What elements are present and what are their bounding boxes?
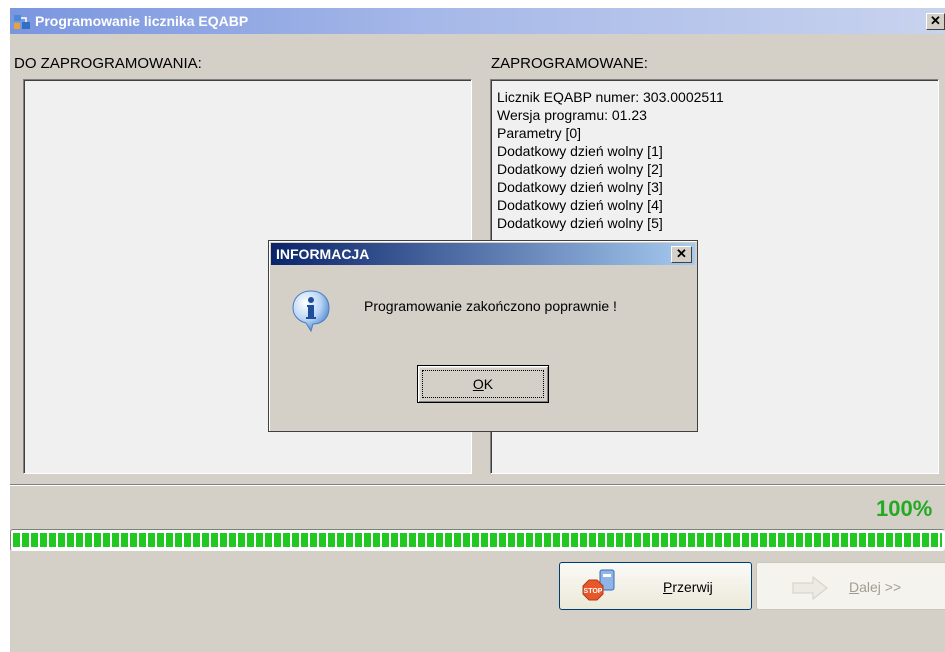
- list-item: Dodatkowy dzień wolny [2]: [497, 161, 663, 177]
- next-button-label: Dalej >>: [849, 579, 902, 595]
- separator: [10, 484, 945, 486]
- arrow-right-icon: [792, 575, 828, 601]
- info-icon: [292, 290, 330, 333]
- info-dialog: INFORMACJA ✕ Programowanie zakończono po…: [268, 240, 698, 432]
- progress-fill: [13, 533, 942, 547]
- dialog-title-bar: INFORMACJA ✕: [271, 243, 695, 265]
- stop-button[interactable]: STOP Przerwij: [559, 562, 752, 610]
- list-item: Dodatkowy dzień wolny [4]: [497, 197, 663, 213]
- app-icon: [14, 15, 30, 29]
- stop-sign-icon: STOP: [582, 569, 615, 601]
- window-close-button[interactable]: ✕: [926, 13, 945, 30]
- progress-percent: 100%: [876, 496, 933, 521]
- title-bar: Programowanie licznika EQABP ✕: [10, 8, 945, 34]
- dialog-close-button[interactable]: ✕: [671, 246, 692, 263]
- to-program-label: DO ZAPROGRAMOWANIA:: [14, 55, 202, 72]
- ok-button-label: OK: [472, 376, 494, 392]
- list-item: Parametry [0]: [497, 125, 582, 141]
- progress-bar: [10, 529, 945, 551]
- list-item: Wersja programu: 01.23: [497, 107, 647, 123]
- dialog-title: INFORMACJA: [276, 246, 370, 262]
- window-title: Programowanie licznika EQABP: [35, 13, 249, 29]
- next-button[interactable]: Dalej >>: [756, 562, 945, 610]
- list-item: Dodatkowy dzień wolny [1]: [497, 143, 663, 159]
- list-item: Dodatkowy dzień wolny [3]: [497, 179, 663, 195]
- stop-button-label: Przerwij: [663, 579, 713, 595]
- list-item: Licznik EQABP numer: 303.0002511: [497, 89, 724, 105]
- ok-button[interactable]: OK: [417, 365, 549, 403]
- programmed-label: ZAPROGRAMOWANE:: [491, 55, 648, 72]
- dialog-message: Programowanie zakończono poprawnie !: [364, 298, 617, 314]
- list-item: Dodatkowy dzień wolny [5]: [497, 215, 663, 231]
- svg-text:STOP: STOP: [584, 588, 603, 595]
